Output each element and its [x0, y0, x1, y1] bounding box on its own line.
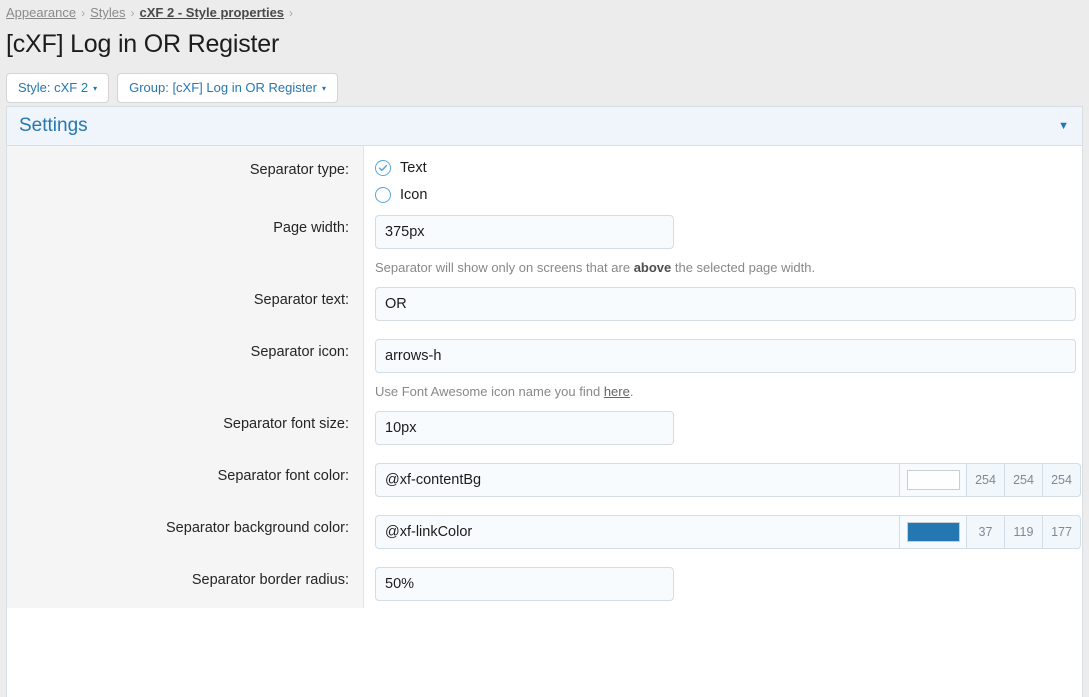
- hint-separator-icon-before: Use Font Awesome icon name you find: [375, 384, 604, 399]
- style-selector-button[interactable]: Style: cXF 2 ▾: [6, 73, 110, 103]
- background-color-swatch-button[interactable]: [899, 515, 967, 549]
- radio-unchecked-icon: [375, 187, 391, 203]
- breadcrumb-separator-icon: ›: [81, 6, 86, 20]
- radio-label-icon: Icon: [400, 187, 428, 203]
- color-picker-background-color: 37 119 177: [375, 515, 1082, 549]
- hint-separator-icon-after: .: [629, 384, 634, 399]
- font-color-swatch-button[interactable]: [899, 463, 967, 497]
- style-selector-label: Style: cXF 2: [18, 80, 89, 95]
- separator-font-color-input[interactable]: [375, 463, 899, 497]
- label-separator-icon: Separator icon:: [7, 328, 364, 400]
- page-title: [cXF] Log in OR Register: [6, 30, 280, 58]
- field-separator-type: Text Icon: [364, 146, 1082, 204]
- chevron-down-icon: ▾: [93, 83, 98, 93]
- separator-icon-input[interactable]: [375, 339, 1076, 373]
- label-page-width: Page width:: [7, 204, 364, 276]
- background-color-b-value[interactable]: 177: [1043, 515, 1081, 549]
- field-separator-font-color: 254 254 254: [364, 452, 1082, 504]
- breadcrumb-separator-icon: ›: [130, 6, 135, 20]
- hint-page-width-bold: above: [633, 260, 672, 275]
- hint-page-width: Separator will show only on screens that…: [375, 259, 1082, 276]
- chevron-down-icon: ▾: [321, 83, 326, 93]
- background-color-g-value[interactable]: 119: [1005, 515, 1043, 549]
- form-row-separator-font-size: Separator font size:: [7, 400, 1082, 452]
- separator-text-input[interactable]: [375, 287, 1076, 321]
- form-row-separator-background-color: Separator background color: 37 119 177: [7, 504, 1082, 556]
- chevron-down-icon: ▼: [1058, 119, 1069, 132]
- hint-page-width-after: the selected page width.: [671, 260, 816, 275]
- settings-panel-title: Settings: [19, 115, 88, 136]
- radio-label-text: Text: [400, 160, 427, 176]
- breadcrumb: Appearance › Styles › cXF 2 - Style properti…: [0, 0, 1089, 22]
- radio-option-text[interactable]: Text: [375, 159, 1082, 177]
- group-selector-label: Group: [cXF] Log in OR Register: [129, 80, 317, 95]
- label-separator-type: Separator type:: [7, 146, 364, 204]
- form-row-page-width: Page width: Separator will show only on …: [7, 204, 1082, 276]
- form-row-separator-icon: Separator icon: Use Font Awesome icon na…: [7, 328, 1082, 400]
- form-row-separator-type: Separator type: Text Icon: [7, 146, 1082, 204]
- breadcrumb-item-appearance[interactable]: Appearance: [6, 5, 76, 20]
- settings-panel: Settings ▼ Separator type: Text Icon Pag…: [6, 106, 1083, 697]
- separator-border-radius-input[interactable]: [375, 567, 674, 601]
- hint-separator-icon: Use Font Awesome icon name you find here…: [375, 383, 1082, 400]
- radio-checked-icon: [375, 160, 391, 176]
- field-separator-font-size: [364, 400, 1082, 452]
- hint-page-width-before: Separator will show only on screens that…: [375, 260, 634, 275]
- field-page-width: Separator will show only on screens that…: [364, 204, 1082, 276]
- form-row-separator-text: Separator text:: [7, 276, 1082, 328]
- breadcrumb-item-style-properties[interactable]: cXF 2 - Style properties: [140, 5, 285, 20]
- field-separator-background-color: 37 119 177: [364, 504, 1082, 556]
- form-row-separator-border-radius: Separator border radius:: [7, 556, 1082, 608]
- field-separator-icon: Use Font Awesome icon name you find here…: [364, 328, 1082, 400]
- settings-panel-body: Separator type: Text Icon Page width: 37…: [7, 146, 1082, 608]
- form-row-separator-font-color: Separator font color: 254 254 254: [7, 452, 1082, 504]
- font-awesome-link[interactable]: here: [604, 384, 630, 399]
- toolbar: Style: cXF 2 ▾ Group: [cXF] Log in OR Re…: [6, 73, 1089, 103]
- breadcrumb-item-styles[interactable]: Styles: [90, 5, 125, 20]
- radio-option-icon[interactable]: Icon: [375, 186, 1082, 204]
- page-root: Appearance › Styles › cXF 2 - Style properti…: [0, 0, 1089, 697]
- separator-background-color-input[interactable]: [375, 515, 899, 549]
- radio-group-separator-type: Text Icon: [375, 157, 1082, 204]
- font-color-r-value[interactable]: 254: [967, 463, 1005, 497]
- page-width-input[interactable]: [375, 215, 674, 249]
- color-swatch: [906, 522, 960, 542]
- label-separator-text: Separator text:: [7, 276, 364, 328]
- font-color-b-value[interactable]: 254: [1043, 463, 1081, 497]
- label-separator-font-size: Separator font size:: [7, 400, 364, 452]
- label-separator-background-color: Separator background color:: [7, 504, 364, 556]
- field-separator-text: [364, 276, 1082, 328]
- color-swatch: [906, 470, 960, 490]
- color-picker-font-color: 254 254 254: [375, 463, 1082, 497]
- settings-panel-header[interactable]: Settings ▼: [7, 107, 1082, 146]
- field-separator-border-radius: [364, 556, 1082, 608]
- breadcrumb-separator-icon: ›: [289, 6, 294, 20]
- font-color-g-value[interactable]: 254: [1005, 463, 1043, 497]
- separator-font-size-input[interactable]: [375, 411, 674, 445]
- group-selector-button[interactable]: Group: [cXF] Log in OR Register ▾: [117, 73, 338, 103]
- label-separator-border-radius: Separator border radius:: [7, 556, 364, 608]
- label-separator-font-color: Separator font color:: [7, 452, 364, 504]
- background-color-r-value[interactable]: 37: [967, 515, 1005, 549]
